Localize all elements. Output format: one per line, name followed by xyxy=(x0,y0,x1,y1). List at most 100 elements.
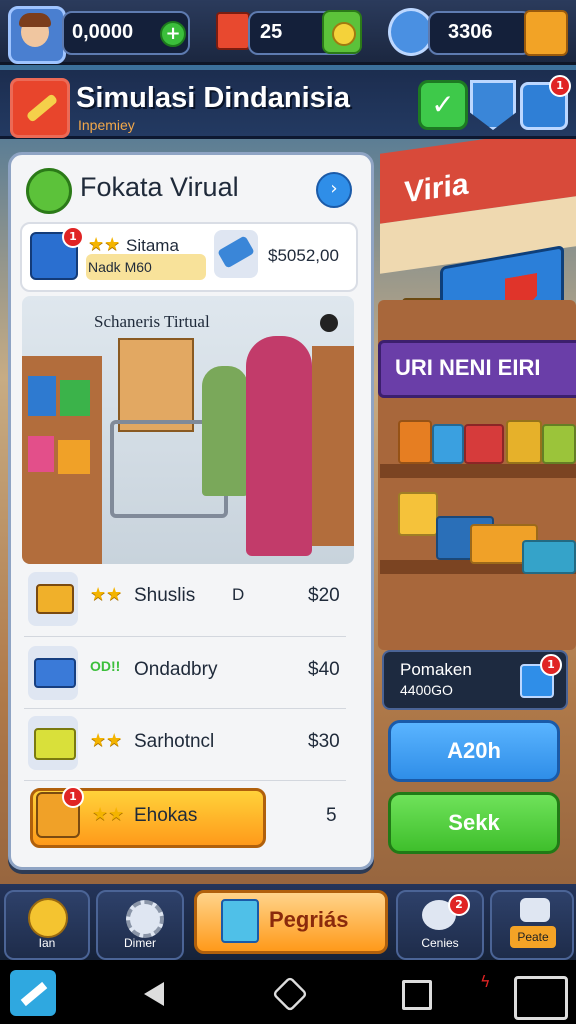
star-icon: ★ xyxy=(104,234,121,255)
gear-icon xyxy=(126,900,164,938)
nav-center-button[interactable]: Pegriás xyxy=(194,890,388,954)
nav-item-peate[interactable]: Peate xyxy=(490,890,574,960)
star-icon: ★ xyxy=(90,584,107,605)
coins-value: 0,0000 xyxy=(72,21,134,43)
featured-sub: Nadk M60 xyxy=(88,259,152,275)
info-card-title: Pomaken xyxy=(400,660,472,679)
item-qty: D xyxy=(232,585,245,604)
star-icon: ★ xyxy=(108,804,125,825)
shop-bag-icon[interactable] xyxy=(524,10,568,56)
panel-heading: Fokata Virual xyxy=(80,172,239,202)
crate-icon xyxy=(34,728,76,760)
product-bag xyxy=(542,424,576,464)
sun-icon xyxy=(28,898,68,938)
star-icon: ★ xyxy=(106,730,123,751)
product-bag xyxy=(506,420,542,464)
illustration-boxes xyxy=(118,338,194,432)
item-name: Ondadbry xyxy=(134,659,218,680)
product-bag xyxy=(398,420,432,464)
star-icon: ★ xyxy=(92,804,109,825)
product-box xyxy=(522,540,576,574)
add-coins-button[interactable]: + xyxy=(160,21,186,47)
row-stars: ★★ xyxy=(92,804,124,825)
item-name: Sarhotncl xyxy=(134,731,215,752)
gems-value: 25 xyxy=(260,21,283,43)
item-price: $40 xyxy=(308,659,340,680)
gem-box-icon xyxy=(216,12,250,50)
nav-label: Ian xyxy=(38,936,56,950)
cart-icon xyxy=(36,584,74,614)
row-divider xyxy=(24,780,346,781)
cart-icon: 1 xyxy=(30,226,84,280)
illustration-shelf xyxy=(312,346,354,546)
item-badge: 1 xyxy=(62,226,84,248)
product-box xyxy=(398,492,438,536)
add-gems-button[interactable] xyxy=(322,10,362,54)
item-badge: 1 xyxy=(62,786,84,808)
nav-badge: 2 xyxy=(448,894,470,916)
nav-label: Dimer xyxy=(124,936,156,950)
cart-icon: 1 xyxy=(36,786,84,838)
product-bag xyxy=(464,424,504,464)
avatar-hair xyxy=(19,13,51,27)
box-icon: 1 xyxy=(520,654,562,698)
row-divider xyxy=(24,636,346,637)
info-icon[interactable] xyxy=(320,314,338,332)
keyboard-icon[interactable] xyxy=(514,976,568,1020)
coins-counter: 0,0000 + xyxy=(62,11,190,55)
row-stars: ★★ xyxy=(90,730,122,751)
star-icon: ★ xyxy=(106,584,123,605)
nav-label: Cenies xyxy=(421,936,459,950)
price-tag-tile xyxy=(214,230,258,278)
notification-badge: 1 xyxy=(549,75,571,97)
nav-item-cenies[interactable]: 2 Cenies xyxy=(396,890,484,960)
shelf-sign-text: URI NENI EIRI xyxy=(395,355,541,380)
highlight-count: 5 xyxy=(326,805,337,826)
notification-button[interactable]: 1 xyxy=(520,75,571,130)
app-shortcut-icon[interactable] xyxy=(10,970,56,1016)
illustration-product xyxy=(28,376,56,416)
item-icon-tile xyxy=(28,646,78,700)
wrench-icon xyxy=(25,93,59,123)
scene-label: Schaneris Tirtual xyxy=(94,312,210,331)
coin-icon xyxy=(332,22,356,46)
blue-action-button[interactable]: A20h xyxy=(388,720,560,782)
tickets-counter: 3306 xyxy=(428,11,532,55)
illustration-product xyxy=(58,440,90,474)
recents-icon[interactable] xyxy=(402,980,432,1010)
checkmark-button[interactable]: ✓ xyxy=(418,80,468,130)
child-figure xyxy=(202,366,248,496)
item-icon-tile xyxy=(28,716,78,770)
star-icon: ★ xyxy=(90,730,107,751)
tickets-value: 3306 xyxy=(448,21,493,43)
featured-name: Sitama xyxy=(126,236,179,255)
nav-center-label: Pegriás xyxy=(269,907,349,932)
info-card-subtitle: 4400GO xyxy=(400,682,453,698)
alert-icon: ϟ xyxy=(480,972,491,991)
hammer-icon xyxy=(20,981,48,1007)
row-stars: ★★ xyxy=(90,584,122,605)
nav-item-home[interactable]: Ian xyxy=(4,890,90,960)
page-title: Simulasi Dindanisia xyxy=(76,82,350,114)
illustration-product xyxy=(60,380,90,416)
item-icon-tile xyxy=(28,572,78,626)
nav-label: Peate xyxy=(510,926,556,948)
item-price: $30 xyxy=(308,731,340,752)
info-badge: 1 xyxy=(540,654,562,676)
next-arrow-button[interactable]: › xyxy=(316,172,352,208)
green-action-button[interactable]: Sekk xyxy=(388,792,560,854)
adult-figure xyxy=(246,336,312,556)
shelf-sign: URI NENI EIRI xyxy=(378,340,576,398)
page-subtitle: Inpemiey xyxy=(78,117,135,133)
row-divider xyxy=(24,708,346,709)
highlight-name: Ehokas xyxy=(134,805,198,826)
player-avatar[interactable] xyxy=(8,6,66,64)
nav-item-dimer[interactable]: Dimer xyxy=(96,890,184,960)
game-logo xyxy=(10,78,70,138)
store-illustration xyxy=(22,296,354,564)
back-icon[interactable] xyxy=(144,982,164,1006)
featured-price: $5052,00 xyxy=(268,246,339,265)
product-bag xyxy=(432,424,464,464)
price-tag-icon xyxy=(217,235,255,269)
gamepad-icon xyxy=(520,898,550,922)
